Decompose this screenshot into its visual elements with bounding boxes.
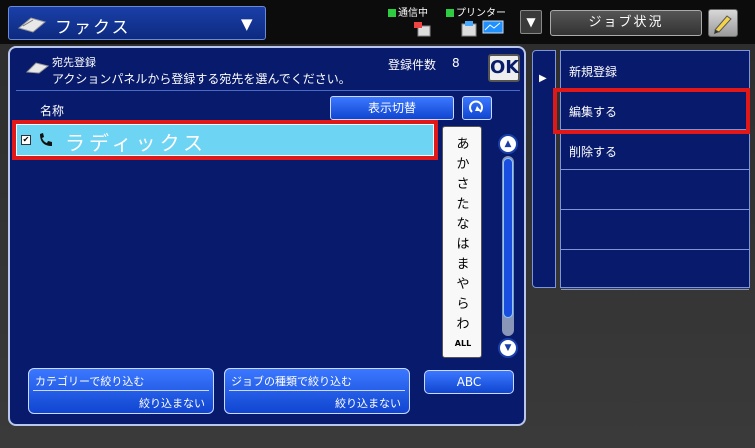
status-communicating: 通信中 (388, 4, 428, 19)
address-book-icon (26, 62, 50, 74)
highlight-box (553, 88, 750, 134)
scroll-up-button[interactable]: ▲ (498, 134, 518, 154)
status-indicator-icon (388, 9, 396, 17)
count-label: 登録件数 (388, 58, 437, 72)
filter-title: カテゴリーで絞り込む (35, 375, 145, 388)
chevron-down-icon: ▼ (526, 15, 536, 29)
divider (229, 390, 405, 391)
scrollbar[interactable] (502, 156, 514, 336)
status-printer: プリンター (446, 4, 506, 19)
job-type-filter-button[interactable]: ジョブの種類で絞り込む 絞り込まない (224, 368, 410, 414)
action-empty (561, 211, 749, 250)
kana-index-item[interactable]: ま (443, 253, 483, 272)
kana-index-item[interactable]: か (443, 153, 483, 172)
divider (16, 90, 520, 91)
screen: ファクス ▼ 通信中 プリンター ▼ ジョブ状況 宛先登録 アクションパネルから… (0, 0, 755, 448)
abc-button[interactable]: ABC (424, 370, 514, 394)
kana-index-item[interactable]: な (443, 213, 483, 232)
kana-index: あ か さ た な は ま や ら わ ALL (442, 126, 482, 358)
chevron-up-icon: ▲ (504, 139, 512, 149)
kana-index-item[interactable]: あ (443, 133, 483, 152)
action-empty (561, 251, 749, 290)
status-comm-label: 通信中 (398, 8, 428, 19)
fax-status-icon (414, 22, 431, 37)
action-panel-tab[interactable]: ▶ (532, 50, 556, 288)
filter-value: 絞り込まない (335, 397, 401, 410)
divider (33, 390, 209, 391)
kana-index-item[interactable]: ら (443, 293, 483, 312)
count-value: 8 (452, 56, 460, 70)
job-status-button[interactable]: ジョブ状況 (550, 10, 702, 36)
category-filter-button[interactable]: カテゴリーで絞り込む 絞り込まない (28, 368, 214, 414)
sort-button[interactable] (462, 96, 492, 120)
filter-title: ジョブの種類で絞り込む (231, 375, 352, 388)
display-toggle-button[interactable]: 表示切替 (330, 96, 454, 120)
scrollbar-thumb[interactable] (503, 158, 513, 318)
printer-status-icon (461, 21, 477, 37)
kana-index-item-all[interactable]: ALL (443, 339, 483, 348)
chevron-down-icon: ▼ (504, 343, 512, 353)
sort-icon (469, 100, 483, 113)
page-title: 宛先登録 (52, 56, 96, 69)
action-panel: 新規登録 編集する 削除する (560, 50, 750, 290)
kana-index-item[interactable]: は (443, 233, 483, 252)
help-button[interactable] (708, 9, 738, 37)
column-header-name: 名称 (40, 104, 65, 118)
filter-value: 絞り込まない (139, 397, 205, 410)
status-indicator-icon (446, 9, 454, 17)
pen-icon (714, 15, 732, 34)
fax-icon (17, 17, 47, 33)
kana-index-item[interactable]: さ (443, 173, 483, 192)
mode-select[interactable]: ファクス ▼ (8, 6, 266, 40)
action-label: 新規登録 (569, 65, 618, 79)
kana-index-item[interactable]: わ (443, 313, 483, 332)
ok-button[interactable]: OK (488, 54, 520, 82)
highlight-box (12, 120, 438, 160)
scroll-down-button[interactable]: ▼ (498, 338, 518, 358)
chevron-down-icon: ▼ (241, 15, 253, 33)
instruction-text: アクションパネルから登録する宛先を選んでください。 (52, 72, 351, 86)
panel-toggle-icon: ▶ (539, 73, 547, 84)
top-bar: ファクス ▼ 通信中 プリンター ▼ ジョブ状況 (0, 0, 755, 44)
action-delete[interactable]: 削除する (561, 131, 749, 170)
action-new-register[interactable]: 新規登録 (561, 51, 749, 90)
kana-index-item[interactable]: た (443, 193, 483, 212)
mode-label: ファクス (55, 18, 131, 38)
status-printer-label: プリンター (456, 8, 506, 19)
kana-index-item[interactable]: や (443, 273, 483, 292)
action-label: 削除する (569, 145, 618, 159)
address-register-panel: 宛先登録 アクションパネルから登録する宛先を選んでください。 登録件数 8 OK… (8, 46, 526, 426)
action-empty (561, 171, 749, 210)
status-dropdown-button[interactable]: ▼ (520, 10, 542, 34)
monitor-icon (482, 20, 504, 34)
